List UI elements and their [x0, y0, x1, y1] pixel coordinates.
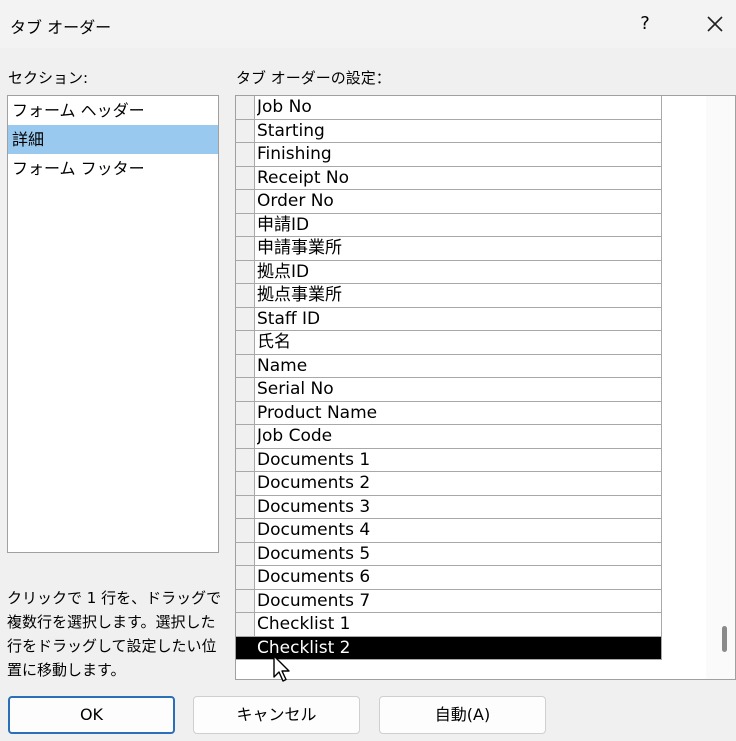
- tab-order-row[interactable]: Staff ID: [236, 307, 662, 331]
- window-title: タブ オーダー: [10, 18, 112, 37]
- tab-order-row[interactable]: Finishing: [236, 143, 662, 167]
- row-selector[interactable]: [236, 307, 255, 330]
- field-name: 拠点事業所: [257, 284, 662, 307]
- tab-order-row[interactable]: Documents 3: [236, 495, 662, 519]
- tab-order-row[interactable]: Documents 7: [236, 589, 662, 613]
- tab-order-grid: Job No Starting Finishing Receipt No Order N…: [236, 96, 662, 660]
- field-name: Documents 6: [257, 566, 662, 589]
- tab-order-row[interactable]: 氏名: [236, 331, 662, 355]
- row-selector[interactable]: [236, 378, 255, 401]
- row-selector[interactable]: [236, 190, 255, 213]
- row-selector[interactable]: [236, 166, 255, 189]
- field-name: Serial No: [257, 378, 662, 401]
- section-item-header[interactable]: フォーム ヘッダー: [8, 96, 218, 125]
- field-name: Product Name: [257, 401, 662, 424]
- scroll-thumb[interactable]: [722, 626, 727, 652]
- vertical-scrollbar[interactable]: [706, 96, 735, 679]
- row-selector[interactable]: [236, 96, 255, 119]
- section-label: セクション:: [8, 69, 89, 87]
- row-selector[interactable]: [236, 284, 255, 307]
- tab-order-row[interactable]: Checklist 2: [236, 636, 662, 660]
- tab-order-row[interactable]: 申請事業所: [236, 237, 662, 261]
- tab-order-row[interactable]: Starting: [236, 119, 662, 143]
- tab-order-list[interactable]: Job No Starting Finishing Receipt No Order N…: [235, 95, 736, 680]
- tab-order-row[interactable]: 拠点事業所: [236, 284, 662, 308]
- field-name: Finishing: [257, 143, 662, 166]
- tab-order-row[interactable]: Job No: [236, 96, 662, 120]
- tab-order-row[interactable]: Checklist 1: [236, 613, 662, 637]
- close-icon: [707, 16, 723, 32]
- field-name: Order No: [257, 190, 662, 213]
- row-selector[interactable]: [236, 401, 255, 424]
- field-name: Documents 4: [257, 519, 662, 542]
- row-selector[interactable]: [236, 519, 255, 542]
- cancel-button[interactable]: キャンセル: [193, 696, 360, 734]
- tab-order-row[interactable]: Order No: [236, 190, 662, 214]
- tab-order-label: タブ オーダーの設定：: [236, 69, 391, 87]
- tab-order-row[interactable]: Documents 2: [236, 472, 662, 496]
- section-list[interactable]: フォーム ヘッダー 詳細 フォーム フッター: [7, 95, 219, 553]
- help-button[interactable]: ?: [630, 8, 660, 40]
- row-selector[interactable]: [236, 542, 255, 565]
- tab-order-row[interactable]: 拠点ID: [236, 260, 662, 284]
- field-name: Documents 2: [257, 472, 662, 495]
- section-item-footer[interactable]: フォーム フッター: [8, 154, 218, 183]
- field-name: Documents 3: [257, 495, 662, 518]
- field-name: 氏名: [257, 331, 662, 354]
- title-bar: タブ オーダー ?: [0, 0, 736, 48]
- tab-order-row[interactable]: 申請ID: [236, 213, 662, 237]
- field-name: 申請ID: [257, 213, 662, 236]
- tab-order-row[interactable]: Product Name: [236, 401, 662, 425]
- row-selector[interactable]: [236, 589, 255, 612]
- field-name: Job Code: [257, 425, 662, 448]
- row-selector[interactable]: [236, 613, 255, 636]
- tab-order-row[interactable]: Name: [236, 354, 662, 378]
- field-name: Starting: [257, 119, 662, 142]
- field-name: Checklist 2: [257, 636, 662, 659]
- row-selector[interactable]: [236, 636, 255, 659]
- row-selector[interactable]: [236, 119, 255, 142]
- field-name: Documents 7: [257, 589, 662, 612]
- field-name: Documents 5: [257, 542, 662, 565]
- tab-order-row[interactable]: Documents 5: [236, 542, 662, 566]
- field-name: 申請事業所: [257, 237, 662, 260]
- field-name: Documents 1: [257, 448, 662, 471]
- mouse-pointer-icon: [272, 655, 294, 687]
- close-button[interactable]: [698, 8, 732, 40]
- row-selector[interactable]: [236, 354, 255, 377]
- help-text: クリックで 1 行を、ドラッグで複数行を選択します。選択した行をドラッグして設定…: [7, 589, 222, 679]
- row-selector[interactable]: [236, 143, 255, 166]
- field-name: Checklist 1: [257, 613, 662, 636]
- ok-button[interactable]: OK: [8, 696, 175, 734]
- row-selector[interactable]: [236, 448, 255, 471]
- row-selector[interactable]: [236, 495, 255, 518]
- row-selector[interactable]: [236, 331, 255, 354]
- row-selector[interactable]: [236, 425, 255, 448]
- tab-order-row[interactable]: Documents 4: [236, 519, 662, 543]
- field-name: Name: [257, 354, 662, 377]
- field-name: Staff ID: [257, 307, 662, 330]
- tab-order-row[interactable]: Documents 6: [236, 566, 662, 590]
- field-name: Job No: [257, 96, 662, 119]
- row-selector[interactable]: [236, 237, 255, 260]
- auto-button[interactable]: 自動(A): [379, 696, 546, 734]
- row-selector[interactable]: [236, 260, 255, 283]
- field-name: 拠点ID: [257, 260, 662, 283]
- field-name: Receipt No: [257, 166, 662, 189]
- row-selector[interactable]: [236, 566, 255, 589]
- row-selector[interactable]: [236, 213, 255, 236]
- tab-order-row[interactable]: Documents 1: [236, 448, 662, 472]
- tab-order-row[interactable]: Job Code: [236, 425, 662, 449]
- row-selector[interactable]: [236, 472, 255, 495]
- tab-order-row[interactable]: Serial No: [236, 378, 662, 402]
- section-item-detail[interactable]: 詳細: [8, 125, 218, 154]
- tab-order-row[interactable]: Receipt No: [236, 166, 662, 190]
